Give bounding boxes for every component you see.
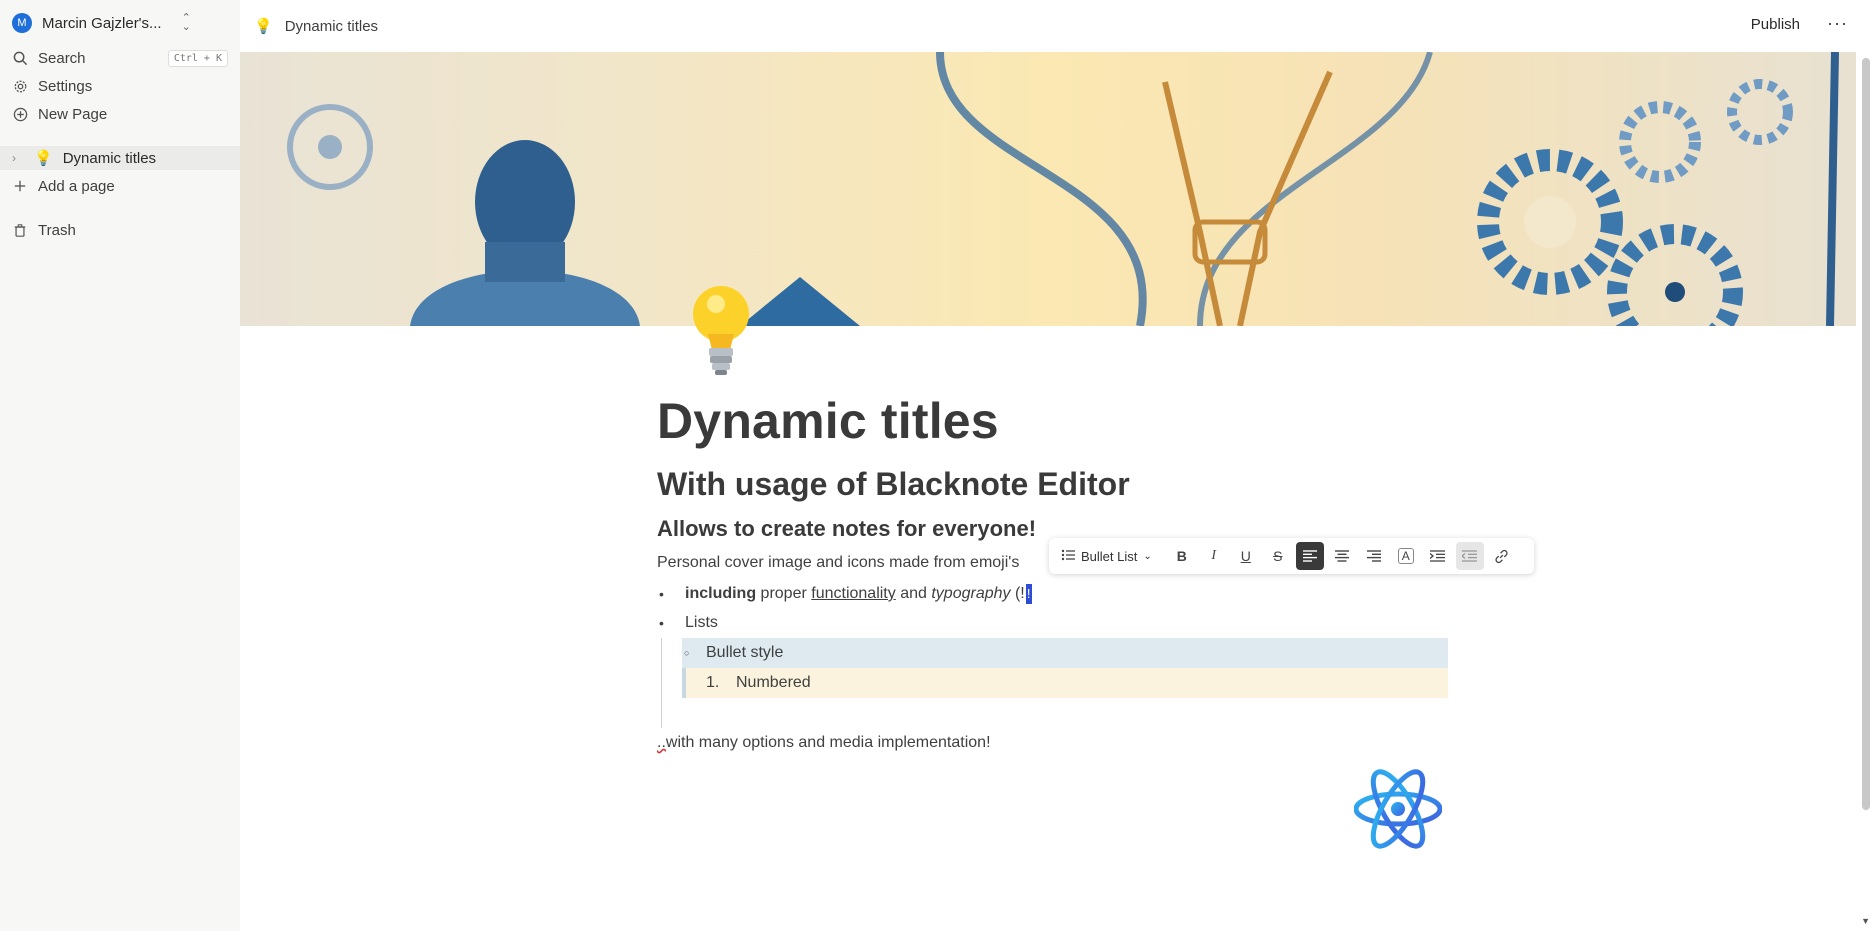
plus-circle-icon [12,106,28,122]
align-center-button[interactable] [1328,542,1356,570]
block-type-label: Bullet List [1081,548,1138,564]
sidebar-item-label: Search [38,49,86,67]
sidebar-page-dynamic-titles[interactable]: › 💡 Dynamic titles [0,146,240,170]
sidebar-item-trash[interactable]: Trash [12,218,228,242]
plus-icon [12,178,28,194]
sidebar-item-new-page[interactable]: New Page [12,102,228,126]
list-item[interactable]: • Lists [657,614,718,632]
lightbulb-emoji-icon: 💡 [34,150,53,167]
sidebar-item-add-page[interactable]: Add a page [12,174,228,198]
bold-text: including [685,585,757,603]
spellcheck-mark: .. [657,734,666,751]
italic-icon: I [1211,548,1217,563]
ellipsis-icon[interactable]: ··· [1827,13,1848,34]
heading-2[interactable]: With usage of Blacknote Editor [657,466,1130,503]
page-title[interactable]: Dynamic titles [657,390,1447,452]
italic-button[interactable]: I [1200,542,1228,570]
circle-bullet-icon: ○ [684,648,690,658]
strikethrough-icon: S [1273,548,1283,564]
sidebar-page-label: Dynamic titles [62,149,157,167]
heading-3-bold: notes [831,516,891,541]
align-center-icon [1334,550,1349,562]
indent-icon [1430,550,1446,562]
list-text: proper [756,585,812,603]
list-text: Bullet style [706,644,784,661]
workspace-name: Marcin Gajzler's... [42,14,162,32]
lightbulb-emoji-icon: 💡 [254,18,273,35]
list-text: and [895,585,932,603]
strikethrough-button[interactable]: S [1264,542,1292,570]
sidebar: M Marcin Gajzler's... ⌃ ⌄ Search Ctrl + K… [0,0,240,931]
underline-button[interactable]: U [1232,542,1260,570]
cover-illustration [287,52,1839,326]
nested-list: ○ Bullet style 1. Numbered [661,638,1451,728]
outdent-button[interactable] [1455,542,1484,570]
outdent-icon [1462,550,1478,562]
sidebar-item-search[interactable]: Search Ctrl + K [12,46,228,70]
sidebar-item-label: Add a page [38,177,115,195]
bold-button[interactable]: B [1168,542,1196,570]
bold-icon: B [1176,548,1187,564]
list-text: (! [1010,585,1025,603]
list-text: Numbered [736,674,811,691]
link-button[interactable] [1488,542,1516,570]
align-right-button[interactable] [1360,542,1388,570]
list-item[interactable]: ○ Bullet style [682,638,1448,668]
search-icon [12,50,28,66]
lightbulb-icon[interactable] [686,282,756,378]
chevron-updown-icon: ⌃ ⌄ [181,12,191,33]
paragraph-text: with many options and media implementati… [665,734,991,751]
shortcut-badge: Ctrl + K [167,49,228,67]
align-left-icon [1302,550,1317,562]
top-bar: 💡 Dynamic titles Publish ··· [240,0,1876,52]
text-cursor: ! [1025,584,1032,604]
sidebar-item-label: Trash [38,221,76,239]
cover-image[interactable] [240,52,1856,326]
publish-button[interactable]: Publish [1751,16,1800,33]
list-item[interactable]: 1. Numbered [682,668,1448,698]
sidebar-item-label: Settings [38,77,93,95]
bullet-icon: • [659,586,664,602]
align-left-button[interactable] [1295,542,1324,570]
paragraph[interactable]: Personal cover image and icons made from… [657,554,1019,572]
link-icon [1495,549,1508,563]
paragraph[interactable]: ..with many options and media implementa… [657,734,991,752]
underline-icon: U [1240,548,1251,564]
heading-3-text: Allows to create [657,516,832,541]
sidebar-item-label: New Page [38,105,108,123]
italic-text: typography [931,585,1011,603]
list-number: 1. [706,674,720,691]
editor-content[interactable]: Dynamic titles With usage of Blacknote E… [657,390,1448,751]
list-text: Lists [685,614,718,631]
block-type-select[interactable]: Bullet List ⌄ [1055,549,1158,564]
formatting-toolbar: Bullet List ⌄ B I U S A [1049,538,1534,574]
align-right-icon [1366,550,1381,562]
chevron-down-icon[interactable]: ▼ [1861,916,1870,926]
bullet-list-icon [1061,549,1075,564]
text-color-button[interactable]: A [1392,542,1420,570]
sidebar-item-settings[interactable]: Settings [12,74,228,98]
chevron-down-icon: ⌄ [1143,550,1152,562]
heading-3[interactable]: Allows to create notes for everyone! [657,516,1036,542]
chevron-right-icon[interactable]: › [12,151,28,165]
atom-icon[interactable] [1353,760,1443,858]
gear-icon [12,78,28,94]
scrollbar-thumb[interactable] [1862,58,1870,810]
avatar: M [12,13,32,33]
underlined-text: functionality [811,585,896,603]
trash-icon [12,222,28,238]
indent-button[interactable] [1424,542,1452,570]
heading-3-text: for everyone! [890,516,1037,541]
workspace-switcher[interactable]: M Marcin Gajzler's... ⌃ ⌄ [12,12,191,34]
text-color-icon: A [1397,548,1414,564]
breadcrumb-title[interactable]: Dynamic titles [285,18,378,35]
bullet-icon: • [659,615,664,631]
list-item[interactable]: • including proper functionality and typ… [657,584,1032,604]
